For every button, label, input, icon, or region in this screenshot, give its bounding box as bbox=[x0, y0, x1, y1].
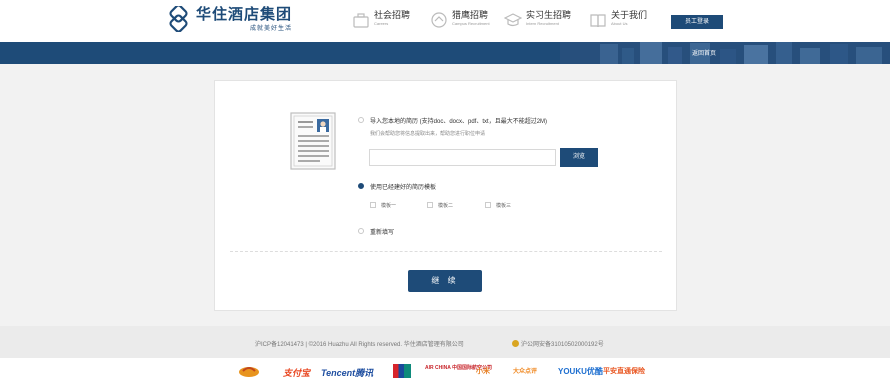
police-badge-icon bbox=[512, 340, 519, 347]
import-resume-label: 导入您本地的简历 (支持doc、docx、pdf、txt，且最大不能超过2M) bbox=[370, 119, 548, 125]
template-2-checkbox[interactable] bbox=[427, 202, 433, 208]
site-header: 华住酒店集团 成就美好生活 社会招聘 Careers 猎鹰招聘 Campus R… bbox=[0, 0, 890, 42]
youku-logo[interactable]: YOUKU优酷 bbox=[558, 366, 603, 377]
resume-document-icon bbox=[290, 112, 336, 170]
browse-button[interactable]: 浏览 bbox=[560, 148, 598, 167]
nav-sublabel: About Us bbox=[611, 21, 628, 26]
city-skyline-image bbox=[560, 42, 890, 64]
nav-label: 社会招聘 bbox=[374, 10, 411, 20]
partner-logos-bar bbox=[0, 358, 890, 389]
copyright-text: 沪ICP备12041473 | ©2016 Huazhu All Rights … bbox=[255, 342, 464, 348]
police-record-text: 沪公网安备31010502000192号 bbox=[521, 342, 604, 348]
staff-login-button[interactable]: 员工登录 bbox=[671, 15, 723, 29]
logo-title: 华住酒店集团 bbox=[196, 6, 293, 23]
tencent-logo[interactable]: Tencent腾讯 bbox=[321, 366, 373, 379]
book-icon bbox=[590, 14, 606, 28]
nav-item-campus[interactable]: 猎鹰招聘 Campus Recruitment bbox=[430, 10, 490, 29]
template-3-checkbox[interactable] bbox=[485, 202, 491, 208]
police-record[interactable]: 沪公网安备31010502000192号 bbox=[512, 339, 604, 348]
pingan-logo[interactable]: 平安直通保险 bbox=[603, 366, 645, 376]
nav-label: 关于我们 bbox=[611, 10, 648, 20]
huazhu-logo[interactable]: 华住酒店集团 成就美好生活 bbox=[166, 6, 292, 32]
nav-item-intern[interactable]: 实习生招聘 Intern Recruitment bbox=[504, 10, 571, 29]
divider bbox=[230, 251, 662, 252]
banner bbox=[0, 42, 890, 64]
logo-knot-icon bbox=[169, 6, 188, 32]
nav-sublabel: Intern Recruitment bbox=[526, 21, 559, 26]
nav-sublabel: Careers bbox=[374, 21, 389, 26]
nav-label: 猎鹰招聘 bbox=[452, 10, 489, 20]
graduation-cap-icon bbox=[504, 13, 522, 27]
dianping-logo[interactable]: 大众点评 bbox=[513, 366, 537, 375]
falcon-icon bbox=[431, 12, 447, 28]
import-resume-hint: 我们会帮助您将信息提取出来，帮助您进行职位申请 bbox=[370, 131, 486, 137]
fill-new-label: 重新填写 bbox=[370, 230, 395, 236]
template-1-checkbox[interactable] bbox=[370, 202, 376, 208]
nav-item-careers[interactable]: 社会招聘 Careers bbox=[352, 10, 410, 29]
template-1-label: 模板一 bbox=[381, 203, 397, 209]
briefcase-icon bbox=[353, 13, 369, 28]
continue-button[interactable]: 继 续 bbox=[408, 270, 482, 292]
use-template-label: 使用已经建好的简历模板 bbox=[370, 185, 437, 191]
hotel-partner-logo-icon[interactable] bbox=[238, 363, 260, 379]
xiaomi-logo[interactable]: 小米 bbox=[476, 366, 490, 376]
return-home-link[interactable]: 返回首页 bbox=[692, 48, 716, 57]
nav-item-about[interactable]: 关于我们 About Us bbox=[589, 10, 647, 29]
fill-new-radio[interactable] bbox=[358, 228, 364, 234]
template-2-label: 模板二 bbox=[438, 203, 454, 209]
alipay-logo[interactable]: 支付宝 bbox=[283, 366, 310, 379]
file-path-input[interactable] bbox=[369, 149, 556, 166]
import-resume-radio[interactable] bbox=[358, 117, 364, 123]
nav-label: 实习生招聘 bbox=[526, 10, 572, 20]
use-template-radio[interactable] bbox=[358, 183, 364, 189]
nav-sublabel: Campus Recruitment bbox=[452, 21, 490, 26]
template-3-label: 模板三 bbox=[496, 203, 512, 209]
logo-slogan: 成就美好生活 bbox=[250, 26, 293, 32]
unionpay-logo-icon[interactable] bbox=[393, 364, 411, 378]
